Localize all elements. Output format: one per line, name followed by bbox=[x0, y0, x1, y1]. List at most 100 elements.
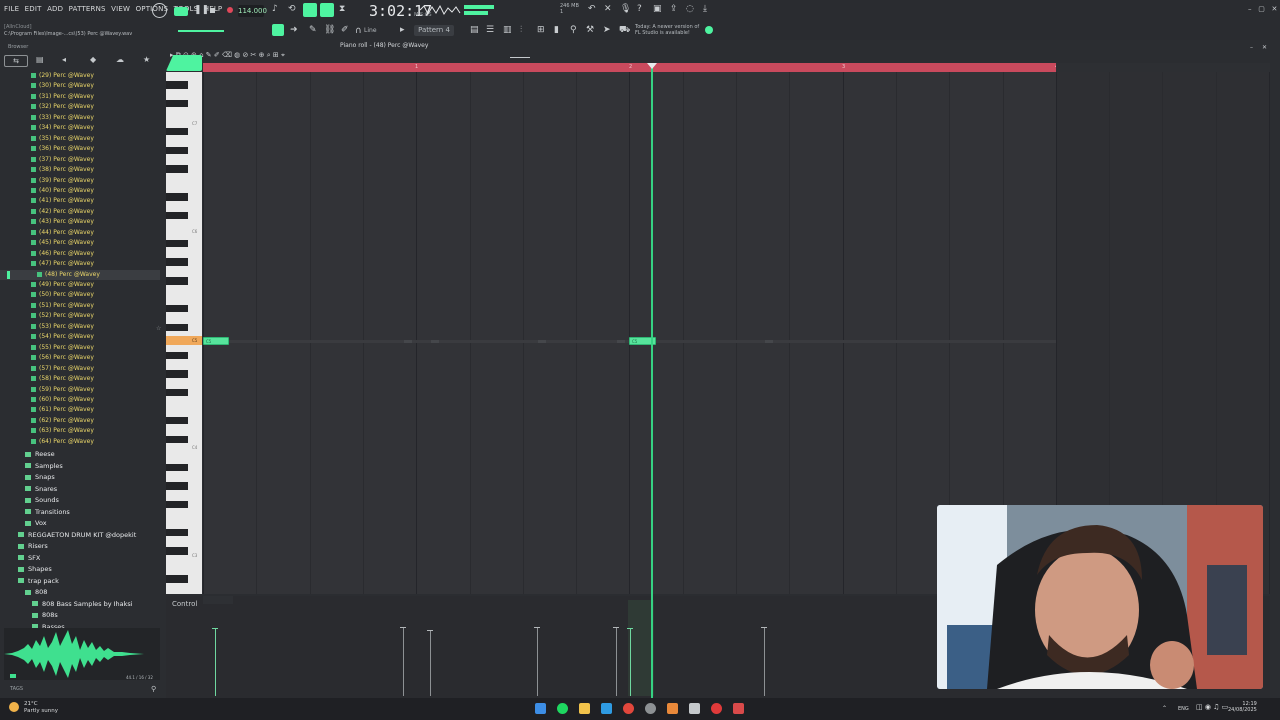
plugin-icon[interactable]: ⚲ bbox=[570, 25, 577, 35]
start-icon[interactable] bbox=[535, 703, 546, 714]
youtube-icon[interactable] bbox=[711, 703, 722, 714]
pencil-icon[interactable]: ✎ bbox=[309, 25, 317, 35]
browser-file-item[interactable]: (52) Perc @Wavey bbox=[31, 311, 94, 321]
velocity-bar[interactable] bbox=[403, 627, 404, 696]
app-icon[interactable] bbox=[689, 703, 700, 714]
browser-folder-item[interactable]: Shapes bbox=[18, 564, 52, 575]
playhead[interactable] bbox=[651, 63, 653, 698]
browser-file-item[interactable]: (29) Perc @Wavey bbox=[31, 71, 94, 81]
browser-file-item[interactable]: (50) Perc @Wavey bbox=[31, 290, 94, 300]
black-key[interactable] bbox=[166, 165, 188, 173]
record-button[interactable] bbox=[227, 7, 233, 13]
control-lane-label[interactable]: Control bbox=[172, 600, 197, 608]
sample-waveform[interactable] bbox=[4, 628, 160, 680]
browser-file-item[interactable]: (55) Perc @Wavey bbox=[31, 343, 94, 353]
browser-file-item[interactable]: (32) Perc @Wavey bbox=[31, 102, 94, 112]
menu-edit[interactable]: EDIT bbox=[25, 5, 42, 13]
piano-roll-icon[interactable]: ▥ bbox=[503, 25, 512, 35]
browser-options-icon[interactable]: ⇆ bbox=[4, 55, 28, 67]
tempo-display[interactable]: 114.000 bbox=[238, 5, 267, 17]
brush-icon[interactable]: ✐ bbox=[341, 25, 349, 35]
minimize-icon[interactable]: – bbox=[1248, 5, 1252, 13]
browser-file-item[interactable]: (46) Perc @Wavey bbox=[31, 249, 94, 259]
black-key[interactable] bbox=[166, 528, 188, 537]
star-icon[interactable]: ★ bbox=[143, 55, 150, 64]
velocity-bar[interactable] bbox=[537, 627, 538, 696]
browser-file-item[interactable]: (30) Perc @Wavey bbox=[31, 81, 94, 91]
piano-keyboard[interactable] bbox=[166, 72, 202, 594]
browser-folder-item[interactable]: Risers bbox=[18, 541, 48, 552]
magnet-icon[interactable]: ∩ bbox=[355, 26, 362, 36]
playlist-button[interactable] bbox=[272, 24, 284, 36]
black-key[interactable] bbox=[166, 416, 188, 425]
horizontal-scrollbar[interactable] bbox=[510, 57, 530, 58]
browser-file-item[interactable]: (45) Perc @Wavey bbox=[31, 238, 94, 248]
help-icon[interactable]: ? bbox=[637, 4, 642, 14]
browser-file-item[interactable]: (37) Perc @Wavey bbox=[31, 155, 94, 165]
pattern-song-toggle[interactable] bbox=[174, 7, 188, 16]
black-key[interactable] bbox=[166, 193, 188, 201]
cloud-icon[interactable]: ☁ bbox=[116, 55, 124, 64]
favorite-star-icon[interactable]: ☆ bbox=[156, 325, 161, 332]
black-key[interactable] bbox=[166, 146, 188, 155]
browser-file-item[interactable]: (51) Perc @Wavey bbox=[31, 301, 94, 311]
browser-file-item[interactable]: (41) Perc @Wavey bbox=[31, 196, 94, 206]
browser-folder-item[interactable]: 808 bbox=[25, 587, 47, 598]
tray-chevron-icon[interactable]: ⌃ bbox=[1162, 705, 1167, 712]
black-key[interactable] bbox=[166, 575, 188, 583]
playhead-marker[interactable] bbox=[647, 63, 657, 69]
black-key[interactable] bbox=[166, 463, 188, 471]
black-key[interactable] bbox=[166, 351, 188, 360]
browser-file-item[interactable]: (39) Perc @Wavey bbox=[31, 176, 94, 186]
browser-file-item[interactable]: (57) Perc @Wavey bbox=[31, 364, 94, 374]
update-icon[interactable] bbox=[705, 26, 713, 34]
browser-file-item[interactable]: (59) Perc @Wavey bbox=[31, 385, 94, 395]
close-icon[interactable]: ✕ bbox=[604, 4, 612, 14]
back-icon[interactable]: ◂ bbox=[62, 55, 66, 64]
velocity-bar[interactable] bbox=[215, 628, 216, 696]
browser-file-item[interactable]: (34) Perc @Wavey bbox=[31, 123, 94, 133]
playlist-icon[interactable]: ☰ bbox=[486, 25, 494, 35]
close-window-icon[interactable]: ✕ bbox=[1272, 5, 1278, 13]
chat-icon[interactable]: ◌ bbox=[686, 4, 694, 14]
black-key[interactable] bbox=[166, 305, 188, 313]
black-key[interactable] bbox=[166, 239, 188, 248]
menu-patterns[interactable]: PATTERNS bbox=[69, 5, 106, 13]
app-icon[interactable] bbox=[645, 703, 656, 714]
browser-folder-item[interactable]: 808 Bass Samples by Ihaksi bbox=[32, 599, 133, 610]
browser-folder-item[interactable]: Sounds bbox=[25, 495, 59, 506]
app-icon[interactable] bbox=[733, 703, 744, 714]
pattern-selector[interactable]: Pattern 4 bbox=[414, 25, 454, 36]
black-key[interactable] bbox=[166, 99, 188, 108]
browser-file-item[interactable]: (62) Perc @Wavey bbox=[31, 416, 94, 426]
black-key[interactable] bbox=[166, 435, 188, 443]
browser-folder-item[interactable]: Transitions bbox=[25, 507, 70, 518]
tags-label[interactable]: TAGS bbox=[10, 686, 23, 692]
maximize-icon[interactable]: ▢ bbox=[1258, 5, 1265, 13]
blend-notes-button[interactable] bbox=[320, 3, 334, 17]
browser-folder-item[interactable]: Reese bbox=[25, 449, 55, 460]
browser-folder-item[interactable]: Vox bbox=[25, 518, 47, 529]
channel-rack-icon[interactable]: ⊞ bbox=[537, 25, 545, 35]
search-icon[interactable]: ⚲ bbox=[151, 685, 156, 693]
export-icon[interactable]: ⤓ bbox=[703, 4, 707, 14]
browser-file-item[interactable]: (56) Perc @Wavey bbox=[31, 353, 94, 363]
black-key[interactable] bbox=[166, 211, 188, 220]
browser-file-item[interactable]: (33) Perc @Wavey bbox=[31, 113, 94, 123]
menu-file[interactable]: FILE bbox=[4, 5, 19, 13]
arrow-right-icon[interactable]: ➜ bbox=[290, 25, 298, 35]
song-position-icon[interactable] bbox=[152, 3, 167, 18]
news-panel[interactable]: Today: A newer version of FL Studio is a… bbox=[635, 24, 699, 36]
menu-add[interactable]: ADD bbox=[47, 5, 63, 13]
black-key[interactable] bbox=[166, 323, 188, 332]
browser-file-item[interactable]: (35) Perc @Wavey bbox=[31, 134, 94, 144]
browser-file-item[interactable]: (42) Perc @Wavey bbox=[31, 207, 94, 217]
mixer-icon[interactable]: ⫶ bbox=[520, 25, 522, 35]
stop-button[interactable] bbox=[210, 8, 215, 13]
save-icon[interactable]: ▣ bbox=[653, 4, 662, 14]
mic-icon[interactable]: 🎙 bbox=[620, 4, 631, 14]
black-key[interactable] bbox=[166, 127, 188, 136]
browser-file-item[interactable]: (61) Perc @Wavey bbox=[31, 405, 94, 415]
render-icon[interactable]: ⇪ bbox=[670, 4, 678, 14]
browser-file-item[interactable]: (49) Perc @Wavey bbox=[31, 280, 94, 290]
